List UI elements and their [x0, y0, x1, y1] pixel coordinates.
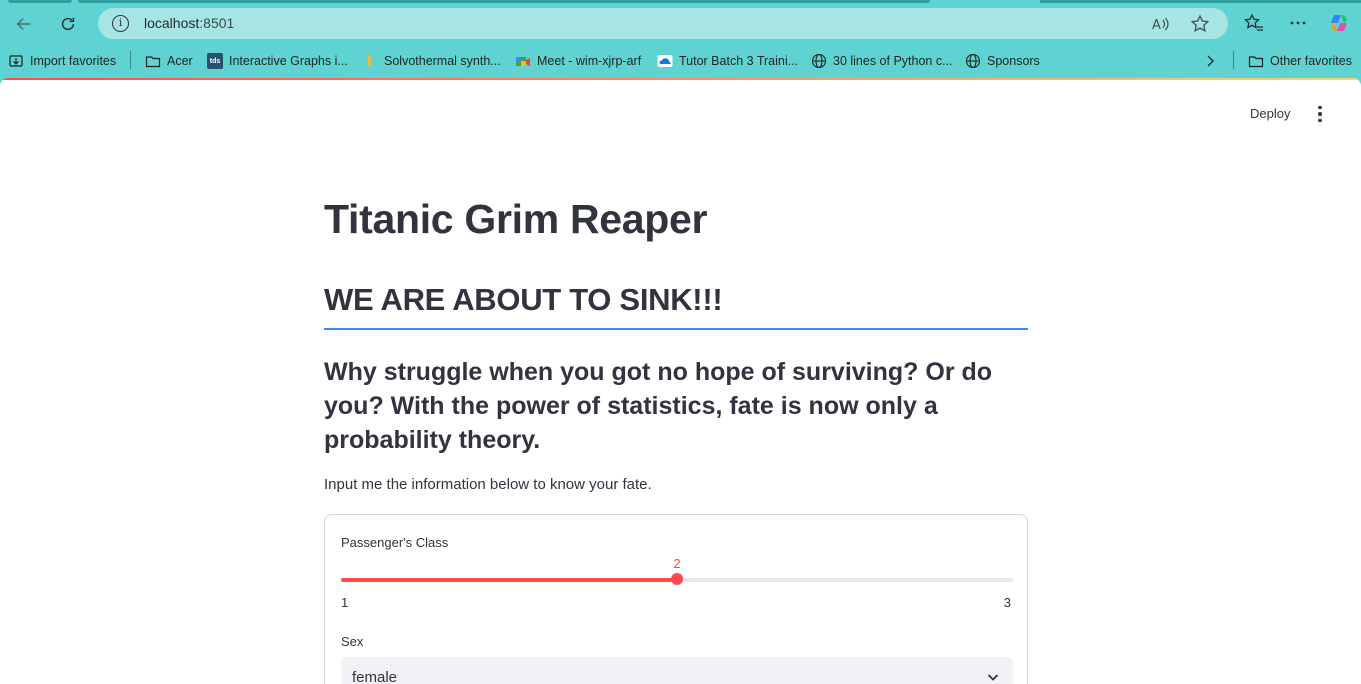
favorite-acer[interactable]: Acer — [145, 51, 193, 71]
favorite-tutor-batch[interactable]: Tutor Batch 3 Traini... — [657, 51, 798, 71]
meet-icon — [515, 53, 531, 69]
back-arrow-icon — [16, 18, 31, 30]
tagline: Why struggle when you got no hope of sur… — [324, 358, 993, 454]
site-info-icon[interactable]: i — [112, 15, 129, 32]
slider-fill — [341, 578, 677, 582]
svg-text:A: A — [1152, 18, 1161, 33]
subheader: WE ARE ABOUT TO SINK!!! — [324, 282, 723, 317]
favorite-meet[interactable]: Meet - wim-xjrp-arf — [515, 51, 641, 71]
input-form: Passenger's Class 2 1 3 Sex female — [324, 514, 1028, 684]
favorite-import[interactable]: Import favorites — [8, 51, 116, 71]
class-slider[interactable]: 2 — [341, 556, 1013, 585]
favorites-separator — [1233, 51, 1234, 69]
slider-max-label: 3 — [1003, 595, 1011, 610]
globe-icon — [965, 53, 981, 69]
favorites-bar: Import favorites Acer tds Interactive Gr… — [0, 46, 1361, 76]
sex-label: Sex — [341, 634, 364, 649]
chevron-right-icon — [1202, 53, 1218, 69]
subheader-divider — [324, 328, 1028, 330]
class-label: Passenger's Class — [341, 535, 449, 550]
import-icon — [8, 53, 24, 69]
tab[interactable] — [8, 0, 72, 3]
tab[interactable] — [1040, 0, 1361, 3]
globe-icon — [811, 53, 827, 69]
browser-toolbar: i localhost:8501 A — [0, 0, 1361, 46]
slider-thumb[interactable] — [671, 573, 683, 585]
favorites-overflow-button[interactable] — [1202, 51, 1218, 71]
tds-icon: tds — [207, 53, 223, 69]
address-bar[interactable]: i localhost:8501 A — [98, 8, 1228, 39]
favorite-sponsors[interactable]: Sponsors — [965, 51, 1040, 71]
refresh-button[interactable] — [54, 10, 82, 38]
refresh-icon — [61, 17, 75, 31]
page-icon — [362, 53, 378, 69]
favorites-separator — [130, 51, 131, 69]
onedrive-icon — [657, 53, 673, 69]
other-favorites[interactable]: Other favorites — [1248, 51, 1352, 71]
sex-select[interactable]: female — [341, 657, 1013, 684]
app-viewport: Deploy Titanic Grim Reaper WE ARE ABOUT … — [0, 78, 1361, 684]
header-decoration — [0, 78, 1361, 80]
more-options-icon[interactable] — [1287, 12, 1309, 34]
favorite-star-icon[interactable] — [1190, 14, 1210, 34]
folder-icon — [1248, 53, 1264, 69]
tab-strip — [0, 0, 1361, 4]
chevron-down-icon — [987, 674, 999, 681]
sex-select-value: female — [352, 669, 398, 684]
back-button[interactable] — [10, 10, 38, 38]
page-title: Titanic Grim Reaper — [324, 196, 708, 242]
copilot-icon[interactable] — [1328, 12, 1350, 34]
url-text[interactable]: localhost:8501 — [144, 15, 234, 31]
instruction-text: Input me the information below to know y… — [324, 476, 652, 493]
favorite-30-lines-python[interactable]: 30 lines of Python c... — [811, 51, 953, 71]
slider-min-label: 1 — [341, 595, 349, 610]
tab-active[interactable] — [78, 0, 930, 3]
favorites-icon[interactable] — [1243, 12, 1265, 34]
slider-value: 2 — [673, 556, 681, 571]
favorite-solvothermal[interactable]: Solvothermal synth... — [362, 51, 501, 71]
deploy-button[interactable]: Deploy — [1240, 103, 1300, 124]
folder-icon — [145, 53, 161, 69]
main-menu-icon[interactable] — [1310, 104, 1330, 124]
favorite-interactive-graphs[interactable]: tds Interactive Graphs i... — [207, 51, 348, 71]
read-aloud-icon[interactable]: A — [1150, 14, 1170, 34]
